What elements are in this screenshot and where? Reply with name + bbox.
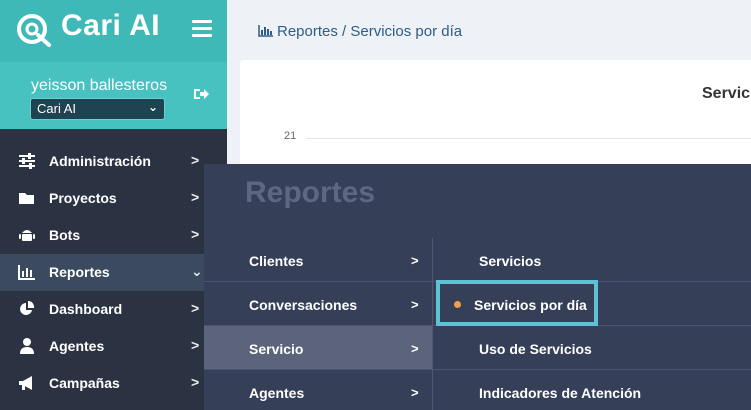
bar-chart-icon — [18, 265, 35, 280]
chevron-right-icon: > — [191, 189, 200, 205]
chart-card: Servicios 21 — [240, 60, 751, 180]
sidebar-item-dashboard[interactable]: Dashboard > — [0, 291, 227, 328]
category-conversaciones[interactable]: Conversaciones > — [204, 282, 432, 326]
category-label: Conversaciones — [249, 297, 358, 313]
android-icon — [19, 230, 35, 241]
pie-chart-icon — [20, 301, 35, 315]
chevron-right-icon: > — [191, 226, 200, 242]
chevron-right-icon: > — [191, 374, 200, 390]
company-select-value: Cari AI — [37, 101, 77, 116]
chevron-right-icon: > — [191, 337, 200, 353]
logout-icon[interactable] — [192, 85, 210, 103]
sidebar-item-bots[interactable]: Bots > — [0, 217, 227, 254]
subitem-label: Indicadores de Atención — [479, 385, 642, 401]
subitem-label: Uso de Servicios — [479, 341, 592, 357]
chevron-right-icon: > — [411, 297, 419, 312]
sidebar: Cari AI yeisson ballesteros Cari AI ⌄ Ad… — [0, 0, 227, 410]
cari-logo-icon — [17, 14, 51, 47]
sidebar-item-administracion[interactable]: Administración > — [0, 143, 227, 180]
subitem-uso-de-servicios[interactable]: Uso de Servicios — [433, 326, 751, 370]
report-categories: Clientes > Conversaciones > Servicio > A… — [204, 238, 432, 410]
breadcrumb-text: Reportes / Servicios por día — [277, 23, 463, 40]
sidebar-item-agentes[interactable]: Agentes > — [0, 328, 227, 365]
category-clientes[interactable]: Clientes > — [204, 238, 432, 282]
breadcrumb: Reportes / Servicios por día — [258, 23, 462, 40]
sidebar-item-label: Proyectos — [49, 190, 117, 206]
brand-name: Cari AI — [61, 9, 161, 42]
subitem-servicios[interactable]: Servicios — [433, 238, 751, 282]
sidebar-item-proyectos[interactable]: Proyectos > — [0, 180, 227, 217]
sidebar-item-reportes[interactable]: Reportes ⌄ — [0, 254, 227, 291]
chart-gridline — [306, 138, 751, 139]
sidebar-item-label: Administración — [49, 153, 151, 169]
subitem-label: Servicios — [479, 253, 542, 269]
sidebar-item-label: Campañas — [49, 375, 120, 391]
subitem-indicadores-de-atencion[interactable]: Indicadores de Atención — [433, 370, 751, 410]
chevron-right-icon: > — [191, 300, 200, 316]
category-label: Clientes — [249, 253, 304, 269]
folder-icon — [19, 193, 34, 204]
chevron-down-icon: ⌄ — [147, 100, 158, 114]
mega-menu-title: Reportes — [245, 176, 376, 209]
sidebar-item-campanas[interactable]: Campañas > — [0, 365, 227, 402]
chevron-right-icon: > — [411, 253, 419, 268]
sidebar-item-label: Dashboard — [49, 301, 123, 317]
y-axis-tick: 21 — [284, 130, 297, 142]
category-label: Servicio — [249, 341, 304, 357]
brand-header: Cari AI — [0, 0, 227, 62]
sidebar-item-label: Bots — [49, 227, 81, 243]
megaphone-icon — [19, 376, 32, 390]
chevron-right-icon: > — [411, 385, 419, 400]
chevron-down-icon: ⌄ — [191, 263, 203, 279]
selection-highlight — [436, 280, 598, 326]
bar-chart-icon — [258, 25, 273, 37]
company-select[interactable]: Cari AI ⌄ — [30, 98, 165, 120]
category-label: Agentes — [249, 385, 305, 401]
category-agentes[interactable]: Agentes > — [204, 370, 432, 410]
hamburger-menu-icon[interactable] — [192, 20, 212, 38]
sliders-icon — [19, 153, 35, 169]
chevron-right-icon: > — [411, 341, 419, 356]
chart-title: Servicios — [702, 85, 751, 102]
sidebar-nav: Administración > Proyectos > Bots > Repo… — [0, 143, 227, 402]
sidebar-item-label: Reportes — [49, 264, 110, 280]
category-servicio[interactable]: Servicio > — [204, 326, 432, 370]
chevron-right-icon: > — [191, 152, 200, 168]
user-name: yeisson ballesteros — [31, 77, 168, 94]
sidebar-item-label: Agentes — [49, 338, 105, 354]
user-icon — [20, 338, 34, 354]
